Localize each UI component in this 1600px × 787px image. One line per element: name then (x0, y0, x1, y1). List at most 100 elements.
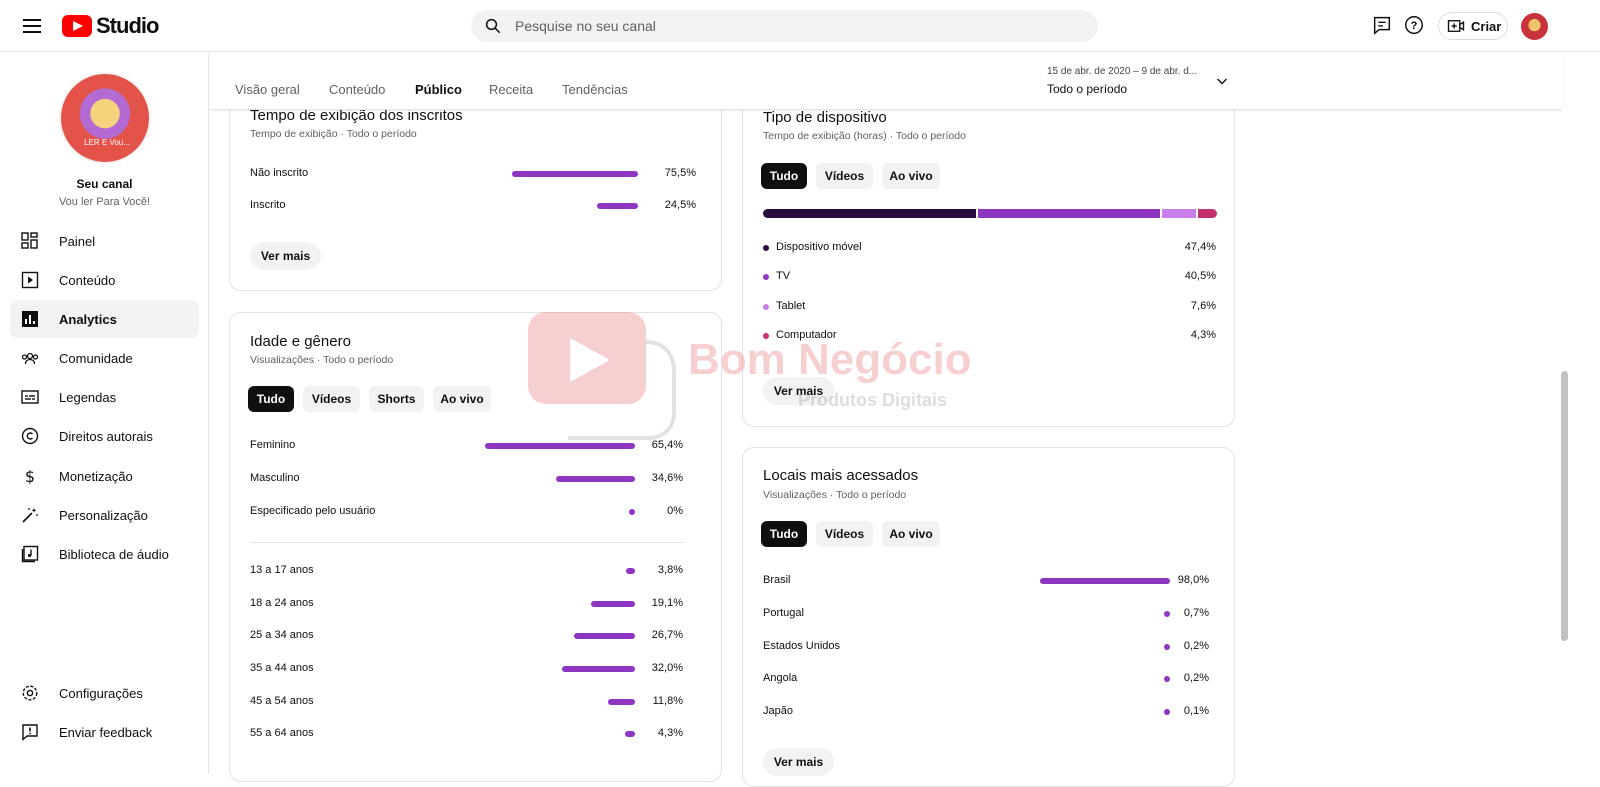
tab-tendencias[interactable]: Tendências (562, 82, 628, 97)
channel-avatar-text: LER E Vou... (84, 138, 130, 147)
sidebar-item-direitos-autorais[interactable]: Direitos autorais (10, 417, 199, 455)
tab-receita[interactable]: Receita (489, 82, 533, 97)
row-value: 3,8% (657, 564, 683, 576)
settings-icon (20, 683, 40, 703)
logo-text: Studio (96, 13, 159, 38)
subscribers-watchtime-card: Tempo de exibição dos inscritos Tempo de… (229, 80, 722, 291)
card-title: Locais mais acessados (763, 467, 919, 484)
search-input[interactable] (515, 16, 1075, 36)
sidebar-item-personalizacao[interactable]: Personalização (10, 496, 199, 534)
filter-chip-videos[interactable]: Vídeos (816, 521, 873, 547)
analytics-icon (20, 309, 40, 329)
row-value: 47,4% (1184, 241, 1216, 253)
help-icon[interactable]: ? (1403, 14, 1425, 36)
row-bar (629, 509, 635, 515)
row-value: 26,7% (651, 629, 683, 641)
row-label: Inscrito (250, 199, 286, 211)
create-label: Criar (1471, 18, 1502, 34)
sidebar-item-label: Conteúdo (59, 272, 116, 288)
messages-icon[interactable] (1371, 14, 1393, 36)
filter-chip-ao-vivo[interactable]: Ao vivo (882, 163, 940, 189)
list-item: Japão 0,1% (763, 705, 1209, 721)
device-type-card: Tipo de dispositivo Tempo de exibição (h… (742, 80, 1235, 427)
channel-title: Seu canal (76, 177, 133, 191)
sidebar-item-biblioteca-de-audio[interactable]: Biblioteca de áudio (10, 535, 199, 573)
sidebar-item-label: Painel (59, 233, 96, 249)
filter-chip-ao-vivo[interactable]: Ao vivo (882, 521, 940, 547)
sidebar-item-analytics[interactable]: Analytics (10, 300, 199, 338)
account-avatar[interactable] (1521, 13, 1548, 40)
tab-visao-geral[interactable]: Visão geral (235, 82, 300, 97)
row-label: Masculino (250, 472, 300, 484)
list-item: 45 a 54 anos 11,8% (250, 695, 684, 711)
list-item: Estados Unidos 0,2% (763, 640, 1209, 656)
channel-avatar[interactable]: LER E Vou... (59, 72, 151, 164)
row-value: 0,2% (1183, 640, 1209, 652)
see-more-button[interactable]: Ver mais (763, 377, 834, 405)
filter-chip-shorts[interactable]: Shorts (369, 386, 424, 412)
filter-chip-videos[interactable]: Vídeos (816, 163, 873, 189)
row-bar (591, 601, 635, 607)
stack-segment-computer (1197, 209, 1217, 218)
age-gender-card: Idade e gênero Visualizações · Todo o pe… (229, 312, 722, 782)
row-value: 40,5% (1184, 270, 1216, 282)
search-box[interactable] (471, 10, 1098, 42)
divider (250, 542, 684, 543)
period-range: 15 de abr. de 2020 – 9 de abr. d... (1047, 66, 1197, 77)
tab-publico[interactable]: Público (415, 82, 462, 97)
filter-chip-tudo[interactable]: Tudo (761, 521, 807, 547)
analytics-header: Visão geral Conteúdo Público Receita Ten… (210, 53, 1562, 110)
row-label: Angola (763, 672, 798, 684)
row-label: Tablet (776, 300, 806, 312)
row-value: 19,1% (651, 597, 683, 609)
see-more-button[interactable]: Ver mais (763, 748, 834, 776)
list-item: Portugal 0,7% (763, 607, 1209, 623)
list-item: TV 40,5% (763, 270, 1216, 286)
scrollbar-thumb[interactable] (1561, 371, 1568, 641)
row-value: 0,1% (1183, 705, 1209, 717)
filter-chip-tudo[interactable]: Tudo (761, 163, 807, 189)
list-item: Especificado pelo usuário 0% (250, 505, 684, 521)
sidebar-item-comunidade[interactable]: Comunidade (10, 339, 199, 377)
card-subtitle: Visualizações · Todo o período (763, 489, 907, 501)
row-bar (626, 568, 635, 574)
row-label: Especificado pelo usuário (250, 505, 376, 517)
sidebar-item-label: Biblioteca de áudio (59, 546, 169, 562)
menu-icon[interactable] (20, 14, 44, 38)
row-value: 65,4% (651, 439, 683, 451)
card-title: Idade e gênero (250, 333, 351, 350)
create-button[interactable]: Criar (1438, 12, 1508, 40)
sidebar-item-conteudo[interactable]: Conteúdo (10, 261, 199, 299)
row-label: Estados Unidos (763, 640, 841, 652)
sidebar-item-monetizacao[interactable]: $ Monetização (10, 457, 199, 495)
row-bar (1040, 578, 1170, 584)
stack-segment-tv (977, 209, 1160, 218)
tab-conteudo[interactable]: Conteúdo (329, 82, 385, 97)
legend-dot (763, 274, 769, 280)
row-value: 4,3% (1190, 329, 1216, 341)
row-value: 4,3% (657, 727, 683, 739)
sidebar-item-enviar-feedback[interactable]: Enviar feedback (10, 713, 199, 751)
card-subtitle: Tempo de exibição (horas) · Todo o perío… (763, 130, 966, 142)
studio-logo[interactable]: Studio (62, 13, 159, 39)
dashboard-icon (20, 231, 40, 251)
row-label: TV (776, 270, 791, 282)
row-bar (625, 731, 635, 737)
sidebar-item-legendas[interactable]: Legendas (10, 378, 199, 416)
list-item: Computador 4,3% (763, 329, 1216, 345)
period-label: Todo o período (1047, 82, 1128, 96)
list-item: Dispositivo móvel 47,4% (763, 241, 1216, 257)
page-scrollbar[interactable] (1561, 53, 1568, 774)
sidebar-item-painel[interactable]: Painel (10, 222, 199, 260)
create-video-icon (1447, 20, 1465, 32)
card-title: Tipo de dispositivo (763, 109, 887, 126)
filter-chip-ao-vivo[interactable]: Ao vivo (433, 386, 491, 412)
row-bar (607, 699, 635, 705)
sidebar-item-configuracoes[interactable]: Configurações (10, 674, 199, 712)
list-item: 25 a 34 anos 26,7% (250, 629, 684, 645)
see-more-button[interactable]: Ver mais (250, 242, 321, 270)
filter-chip-videos[interactable]: Vídeos (303, 386, 360, 412)
row-bar (561, 666, 635, 672)
row-value: 11,8% (652, 695, 683, 707)
filter-chip-tudo[interactable]: Tudo (248, 386, 294, 412)
